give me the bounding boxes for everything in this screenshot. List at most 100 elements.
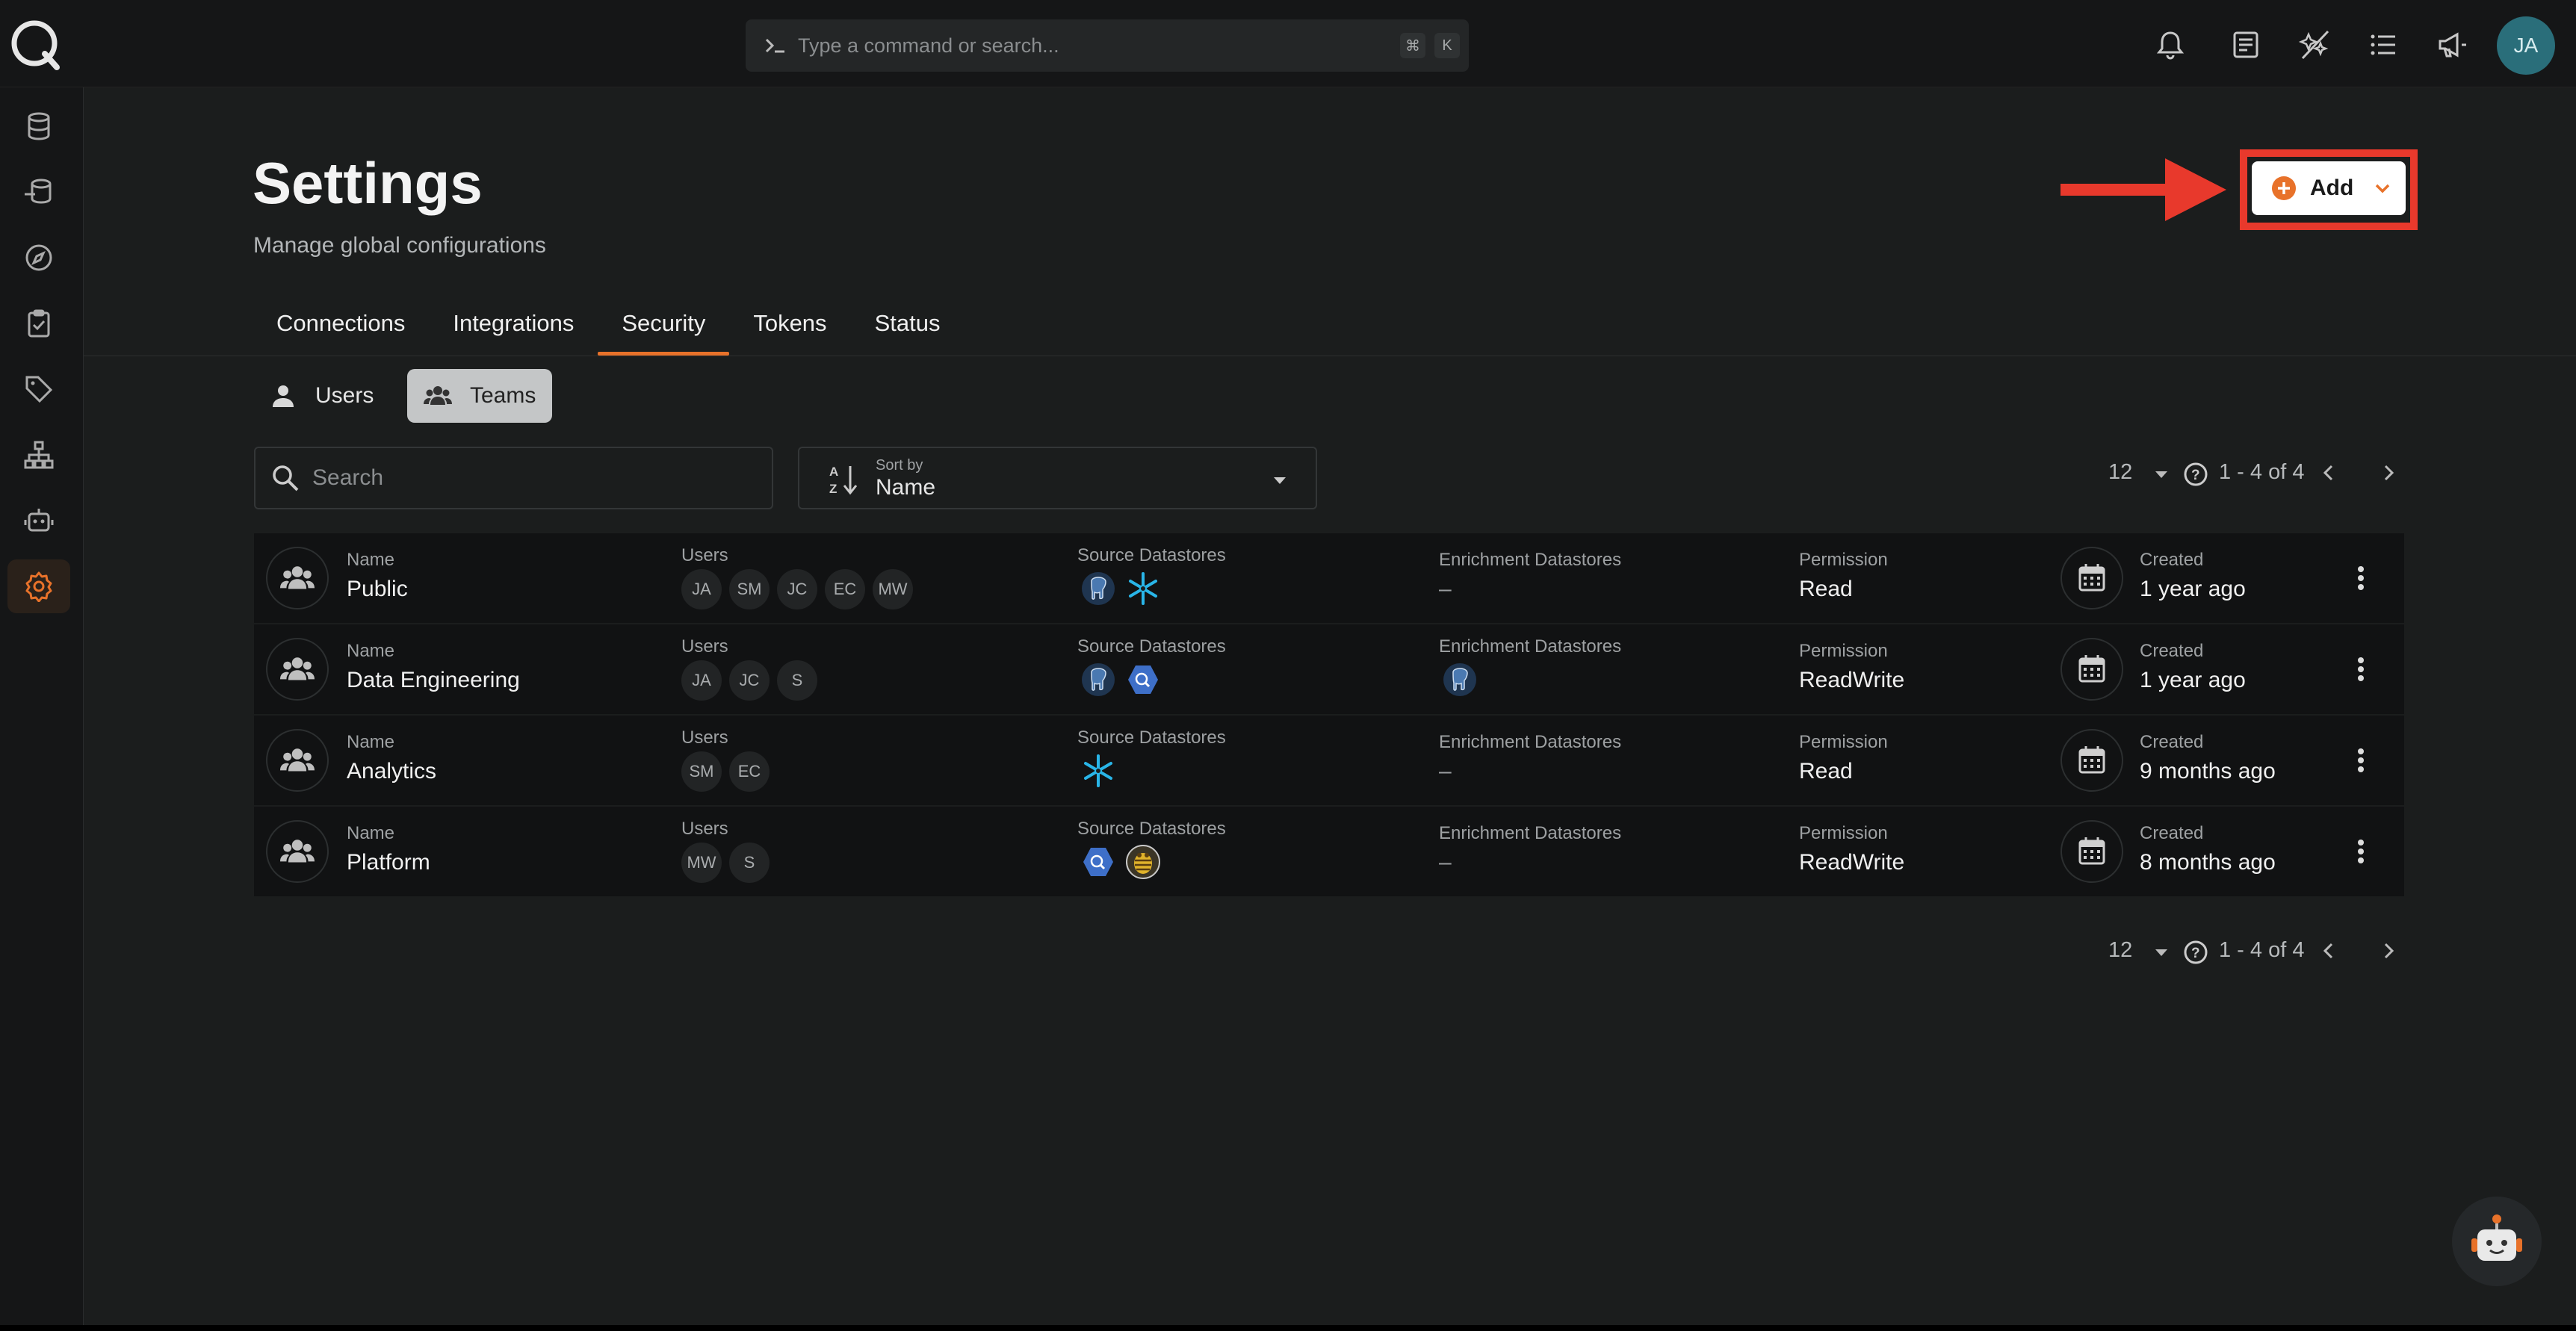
- pagination-bottom: 12 ? 1 - 4 of 4: [2108, 929, 2437, 974]
- plus-circle-icon: [2272, 176, 2296, 200]
- table-row[interactable]: Name Public Users JA SM JC EC MW Source …: [254, 533, 2404, 623]
- name-label: Name: [347, 823, 395, 843]
- more-vertical-icon[interactable]: [2346, 745, 2376, 775]
- chevron-right-icon[interactable]: [2376, 460, 2401, 485]
- svg-text:Z: Z: [829, 482, 837, 496]
- hierarchy-icon: [24, 441, 54, 469]
- snowflake-icon[interactable]: [1125, 571, 1161, 606]
- team-avatar: [266, 820, 329, 883]
- toggle-teams-label: Teams: [470, 383, 536, 408]
- add-button-label: Add: [2310, 176, 2354, 200]
- dropdown-caret-icon[interactable]: [2152, 943, 2171, 962]
- sidebar-item-enrichment[interactable]: [7, 165, 70, 219]
- sort-by-select[interactable]: A Z Sort by Name: [798, 447, 1317, 509]
- bigquery-icon[interactable]: [1080, 844, 1116, 880]
- hive-icon[interactable]: [1125, 844, 1161, 880]
- user-chip[interactable]: S: [777, 660, 817, 701]
- postgres-icon[interactable]: [1080, 571, 1116, 606]
- sidebar-item-checks[interactable]: [7, 297, 70, 350]
- enrichment-datastores-label: Enrichment Datastores: [1439, 636, 1622, 657]
- source-datastores-label: Source Datastores: [1077, 727, 1226, 748]
- user-chip[interactable]: MW: [681, 843, 722, 883]
- app-logo-icon[interactable]: [7, 16, 63, 72]
- sidebar-item-datastores[interactable]: [7, 99, 70, 153]
- chevron-down-icon: [2376, 184, 2390, 193]
- source-datastores-label: Source Datastores: [1077, 636, 1226, 657]
- permission-label: Permission: [1799, 641, 1888, 661]
- help-icon[interactable]: ?: [2183, 940, 2208, 965]
- table-row[interactable]: Name Data Engineering Users JA JC S Sour…: [254, 624, 2404, 714]
- user-chip[interactable]: EC: [729, 751, 770, 792]
- user-chip[interactable]: SM: [681, 751, 722, 792]
- per-page-select[interactable]: 12: [2108, 460, 2132, 485]
- sidebar-item-settings[interactable]: [7, 559, 70, 613]
- users-label: Users: [681, 819, 728, 839]
- bell-icon[interactable]: [2154, 28, 2187, 61]
- command-search[interactable]: Type a command or search... ⌘ K: [746, 19, 1469, 72]
- megaphone-icon[interactable]: [2436, 28, 2468, 61]
- tab-tokens[interactable]: Tokens: [729, 297, 850, 357]
- add-button[interactable]: Add: [2252, 161, 2406, 215]
- shortcut-cmd-key: ⌘: [1400, 33, 1425, 58]
- command-placeholder: Type a command or search...: [798, 34, 1059, 57]
- more-vertical-icon[interactable]: [2346, 654, 2376, 684]
- tab-status[interactable]: Status: [851, 297, 965, 357]
- annotation-arrow: [2061, 158, 2226, 221]
- user-avatar[interactable]: JA: [2497, 16, 2555, 75]
- users-label: Users: [681, 727, 728, 748]
- calendar-icon: [2078, 837, 2105, 865]
- created-label: Created: [2140, 550, 2204, 570]
- help-icon[interactable]: ?: [2183, 462, 2208, 487]
- user-chip[interactable]: JA: [681, 660, 722, 701]
- sparkles-off-icon[interactable]: [2298, 28, 2331, 61]
- sidebar-item-tags[interactable]: [7, 362, 70, 416]
- table-row[interactable]: Name Platform Users MW S Source Datastor…: [254, 807, 2404, 896]
- group-icon: [424, 386, 452, 405]
- calendar-icon: [2078, 564, 2105, 592]
- more-vertical-icon[interactable]: [2346, 837, 2376, 866]
- shortcut-k-key: K: [1434, 33, 1460, 58]
- per-page-select[interactable]: 12: [2108, 938, 2132, 963]
- dropdown-caret-icon[interactable]: [2152, 465, 2171, 484]
- table-row[interactable]: Name Analytics Users SM EC Source Datast…: [254, 716, 2404, 805]
- toggle-teams[interactable]: Teams: [407, 369, 553, 423]
- postgres-icon[interactable]: [1442, 662, 1478, 698]
- sidebar-item-agents[interactable]: [7, 494, 70, 547]
- permission-label: Permission: [1799, 550, 1888, 570]
- document-icon[interactable]: [2229, 28, 2262, 61]
- sidebar-item-lineage[interactable]: [7, 428, 70, 482]
- tab-security[interactable]: Security: [598, 297, 730, 357]
- user-chip[interactable]: EC: [825, 569, 865, 609]
- chevron-left-icon[interactable]: [2316, 938, 2341, 964]
- team-name: Platform: [347, 850, 430, 875]
- svg-text:?: ?: [2191, 946, 2200, 961]
- tab-integrations[interactable]: Integrations: [429, 297, 598, 357]
- gear-icon: [25, 571, 52, 602]
- created-icon-wrap: [2061, 820, 2123, 883]
- more-vertical-icon[interactable]: [2346, 563, 2376, 593]
- user-chip[interactable]: JA: [681, 569, 722, 609]
- enrichment-value: –: [1439, 759, 1452, 784]
- chevron-right-icon[interactable]: [2376, 938, 2401, 964]
- user-chip[interactable]: MW: [873, 569, 913, 609]
- user-chip[interactable]: JC: [729, 660, 770, 701]
- name-label: Name: [347, 732, 395, 752]
- sidebar-item-explore[interactable]: [7, 231, 70, 285]
- users-label: Users: [681, 545, 728, 565]
- user-chip[interactable]: S: [729, 843, 770, 883]
- enrichment-datastores-label: Enrichment Datastores: [1439, 550, 1622, 570]
- toggle-users[interactable]: Users: [253, 369, 390, 423]
- tab-connections[interactable]: Connections: [253, 297, 429, 357]
- search-field[interactable]: [254, 447, 773, 509]
- list-icon[interactable]: [2367, 28, 2400, 61]
- team-name: Analytics: [347, 759, 437, 784]
- user-chip[interactable]: JC: [777, 569, 817, 609]
- user-chip[interactable]: SM: [729, 569, 770, 609]
- postgres-icon[interactable]: [1080, 662, 1116, 698]
- chevron-left-icon[interactable]: [2316, 460, 2341, 485]
- snowflake-icon[interactable]: [1080, 753, 1116, 789]
- assistant-bot-button[interactable]: [2452, 1197, 2542, 1286]
- search-input[interactable]: [312, 465, 731, 491]
- bigquery-icon[interactable]: [1125, 662, 1161, 698]
- created-value: 1 year ago: [2140, 668, 2246, 692]
